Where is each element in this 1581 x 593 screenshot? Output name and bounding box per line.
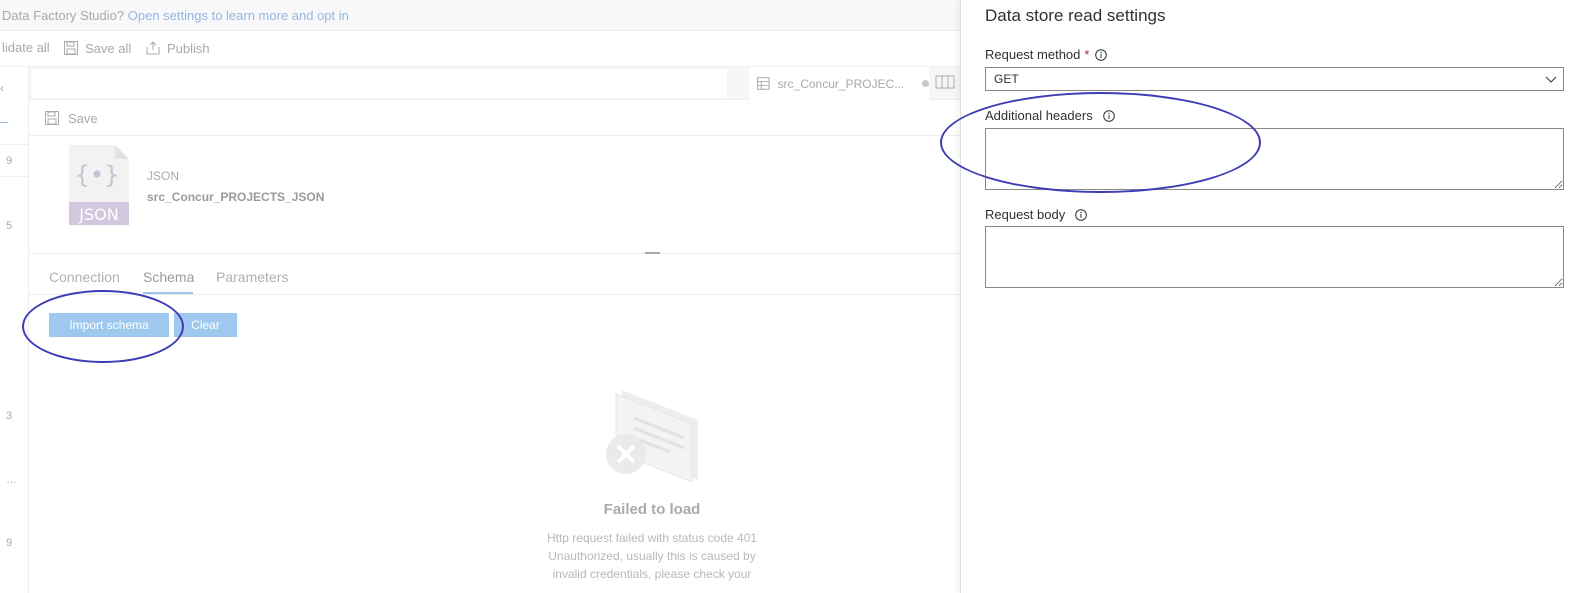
rail-divider	[0, 144, 29, 145]
request-method-dropdown[interactable]: GET	[985, 67, 1564, 91]
validate-all-button[interactable]: lidate all	[2, 40, 50, 55]
request-body-input[interactable]	[985, 226, 1564, 288]
editor-save-bar: Save	[29, 101, 960, 136]
save-all-button[interactable]: Save all	[63, 40, 131, 56]
request-method-label-text: Request method	[985, 47, 1081, 62]
studio-banner: Data Factory Studio? Open settings to le…	[0, 0, 960, 31]
request-method-value: GET	[994, 72, 1019, 86]
failed-to-load-message: Http request failed with status code 401…	[546, 531, 758, 581]
request-body-label: Request body	[985, 207, 1088, 222]
banner-text: Data Factory Studio?	[2, 8, 125, 23]
collapse-chevron-icon[interactable]: ‹	[0, 81, 4, 95]
rail-count: 5	[6, 220, 13, 232]
dataset-document-tab[interactable]: src_Concur_PROJEC...	[749, 67, 929, 100]
chevron-down-icon	[1545, 76, 1557, 83]
left-resource-rail: ‹ 9 5 3 … 9	[0, 67, 29, 593]
pane-splitter-handle[interactable]	[645, 252, 660, 254]
banner-settings-link[interactable]: Open settings to learn more and opt in	[128, 8, 349, 23]
tab-parameters[interactable]: Parameters	[216, 269, 288, 285]
json-file-icon: {•} JSON	[69, 145, 129, 225]
document-tab-label: src_Concur_PROJEC...	[777, 76, 905, 91]
rail-active-indicator	[0, 122, 8, 123]
authoring-canvas: Data Factory Studio? Open settings to le…	[0, 0, 960, 593]
save-icon	[64, 41, 78, 55]
table-icon	[757, 77, 770, 90]
additional-headers-label: Additional headers	[985, 108, 1115, 123]
active-tab-indicator	[143, 292, 193, 294]
main-toolbar: lidate all Save all Publish	[0, 31, 960, 67]
failed-load-illustration-icon	[606, 390, 698, 482]
publish-icon	[146, 41, 160, 55]
publish-button[interactable]: Publish	[145, 40, 210, 56]
dataset-type: JSON	[147, 169, 180, 183]
failed-to-load-title: Failed to load	[603, 501, 701, 518]
import-schema-button[interactable]: Import schema	[49, 313, 169, 337]
rail-count: 3	[6, 410, 13, 422]
rail-count: 9	[6, 537, 13, 549]
unsaved-dot-icon	[922, 80, 929, 87]
svg-text:{•}: {•}	[75, 161, 120, 189]
additional-headers-label-text: Additional headers	[985, 108, 1093, 123]
save-icon	[45, 111, 59, 125]
validate-all-label: lidate all	[2, 40, 50, 55]
additional-headers-input[interactable]	[985, 128, 1564, 190]
save-all-label: Save all	[85, 40, 132, 56]
dataset-tabs: Connection Schema Parameters	[29, 263, 960, 295]
dataflow-tab-icon[interactable]	[935, 75, 955, 89]
tab-schema[interactable]: Schema	[143, 269, 194, 285]
request-body-label-text: Request body	[985, 207, 1066, 222]
save-button[interactable]: Save	[68, 111, 98, 126]
info-icon[interactable]	[1102, 109, 1115, 122]
tab-strip-spacer	[32, 69, 727, 98]
panel-title: Data store read settings	[985, 6, 1166, 25]
info-icon[interactable]	[1095, 48, 1108, 61]
clear-button[interactable]: Clear	[174, 313, 237, 337]
publish-label: Publish	[167, 40, 210, 56]
rail-count: 9	[6, 155, 13, 167]
dataset-header: {•} JSON JSON src_Concur_PROJECTS_JSON	[29, 137, 960, 254]
tab-connection[interactable]: Connection	[49, 269, 120, 285]
rail-count: …	[6, 474, 17, 486]
request-method-label: Request method *	[985, 47, 1108, 62]
data-store-read-settings-panel: Data store read settings Request method …	[940, 0, 1581, 593]
document-tab-strip: src_Concur_PROJEC...	[29, 67, 960, 100]
info-icon[interactable]	[1075, 208, 1088, 221]
required-marker: *	[1084, 47, 1090, 62]
dataset-name: src_Concur_PROJECTS_JSON	[147, 190, 325, 204]
json-icon-label: JSON	[78, 205, 118, 224]
rail-divider	[0, 176, 29, 177]
